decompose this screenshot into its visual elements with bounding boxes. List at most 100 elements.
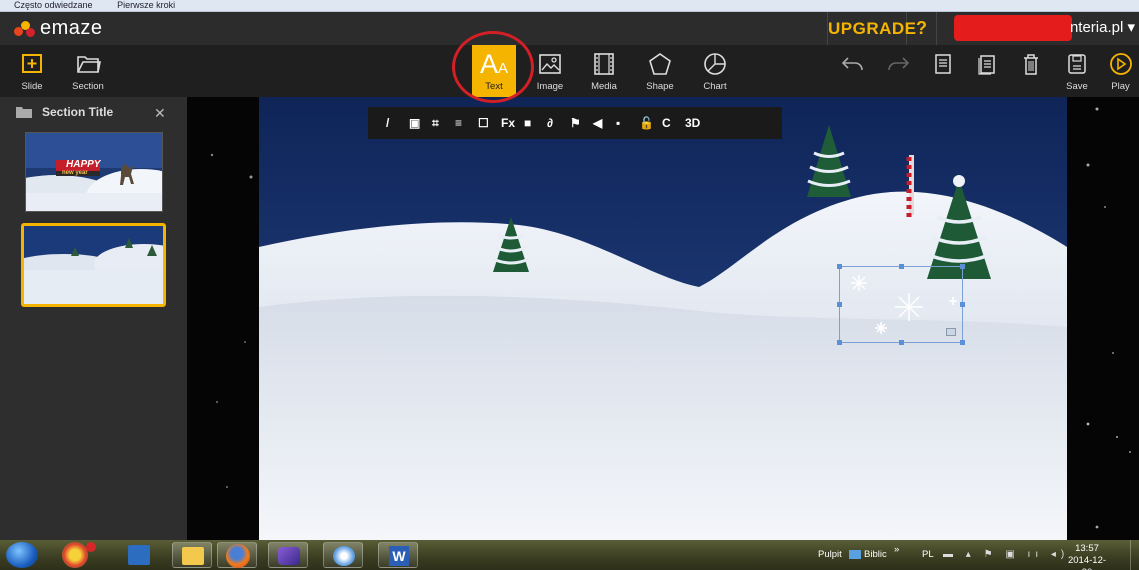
resize-handle[interactable] (960, 340, 965, 345)
section-header[interactable]: Section Title (16, 105, 113, 119)
paint-icon[interactable] (323, 542, 363, 568)
section-label: Section (72, 81, 104, 92)
crop-icon[interactable]: ⌗ (432, 116, 455, 131)
notification-badge (86, 542, 96, 552)
copy-icon (974, 52, 1000, 76)
pulpit-toolbar[interactable]: Pulpit (818, 540, 842, 570)
document-icon (930, 52, 956, 76)
chrome-icon[interactable] (62, 542, 88, 568)
text-icon: AA (479, 49, 509, 79)
chart-label: Chart (703, 81, 727, 92)
undo-button[interactable] (831, 45, 875, 97)
layer-icon[interactable]: ▪ (616, 116, 639, 130)
language-indicator[interactable]: PL (922, 540, 934, 570)
winter-slide-preview (24, 226, 163, 304)
word-icon[interactable]: W (378, 542, 418, 568)
film-icon (591, 52, 617, 76)
media-tool-button[interactable]: Media (582, 45, 626, 97)
text-label: Text (485, 81, 503, 92)
3d-button[interactable]: 3D (685, 116, 708, 130)
explorer-icon[interactable] (172, 542, 212, 568)
slide-thumbnail-2-selected[interactable] (21, 223, 166, 307)
trash-icon (1018, 52, 1044, 76)
image-replace-icon[interactable]: ▣ (409, 116, 432, 130)
resize-handle[interactable] (837, 340, 842, 345)
main-toolbar: Slide Section AA Text Image Media Shape … (0, 45, 1139, 97)
rotate-icon[interactable]: C (662, 116, 685, 130)
add-section-button[interactable]: Section (66, 45, 110, 97)
windows-taskbar: W Pulpit Biblic » PL ▬ ▴ ⚑ ▣ ıı ◂) 13:57… (0, 540, 1139, 570)
emaze-logo[interactable]: emaze (14, 17, 103, 40)
image-icon (537, 52, 563, 76)
folder-icon (75, 52, 101, 76)
add-slide-icon (19, 52, 45, 76)
library-label: Biblic (864, 549, 887, 560)
emaze-logo-icon (14, 19, 36, 39)
library-folder-icon (849, 549, 861, 559)
show-desktop-button[interactable] (1130, 540, 1139, 570)
shape-tool-button[interactable]: Shape (638, 45, 682, 97)
sound-icon[interactable]: ◀ (593, 116, 616, 130)
thumb-happy-text: HAPPY (66, 159, 101, 170)
opacity-icon[interactable]: ■ (524, 116, 547, 130)
pentagon-icon (647, 52, 673, 76)
image-tool-button[interactable]: Image (528, 45, 572, 97)
play-button[interactable]: Play (1102, 45, 1139, 97)
resize-handle[interactable] (837, 302, 842, 307)
pulpit-label: Pulpit (818, 549, 842, 560)
new-year-slide-preview (26, 133, 162, 211)
clock-time: 13:57 (1075, 543, 1099, 554)
pen-tool-icon[interactable]: / (386, 116, 409, 130)
link-icon[interactable]: ∂ (547, 116, 570, 130)
media-player-icon[interactable] (128, 545, 150, 565)
start-button-icon[interactable] (6, 542, 38, 568)
bookmark-item[interactable]: Często odwiedzane (14, 1, 93, 10)
bookmarks-bar: Często odwiedzane Pierwsze kroki (0, 0, 1139, 12)
account-name: nteria.pl ▾ (1069, 19, 1135, 36)
shape-label: Shape (646, 81, 674, 92)
section-folder-icon (16, 106, 32, 118)
image-badge-icon (946, 328, 956, 336)
more-chevron[interactable]: » (894, 535, 899, 565)
notes-button[interactable] (921, 45, 965, 97)
account-menu[interactable]: nteria.pl ▾ (948, 15, 1139, 41)
chart-tool-button[interactable]: Chart (693, 45, 737, 97)
bookmark-item[interactable]: Pierwsze kroki (117, 1, 175, 10)
resize-handle[interactable] (960, 302, 965, 307)
upgrade-button[interactable]: UPGRADE (827, 12, 916, 45)
redo-button[interactable] (876, 45, 920, 97)
app-header: emaze UPGRADE ? nteria.pl ▾ (0, 12, 1139, 45)
add-slide-button[interactable]: Slide (10, 45, 54, 97)
clock-date: 2014-12-30 (1067, 555, 1107, 570)
text-tool-button[interactable]: AA Text (472, 45, 516, 97)
align-icon[interactable]: ≡ (455, 116, 478, 130)
effects-icon[interactable]: Fx (501, 116, 524, 130)
delete-button[interactable] (1009, 45, 1053, 97)
close-section-icon[interactable]: ✕ (154, 105, 166, 122)
selected-element-bounds[interactable] (837, 264, 965, 345)
pie-chart-icon (702, 52, 728, 76)
border-icon[interactable]: ☐ (478, 116, 501, 130)
resize-handle[interactable] (899, 340, 904, 345)
resize-handle[interactable] (960, 264, 965, 269)
help-button[interactable]: ? (907, 12, 937, 45)
resize-handle[interactable] (837, 264, 842, 269)
lock-icon[interactable]: 🔓 (639, 116, 662, 130)
flag-icon[interactable]: ⚑ (570, 116, 593, 130)
duplicate-button[interactable] (965, 45, 1009, 97)
system-clock[interactable]: 13:57 2014-12-30 (1066, 543, 1108, 570)
slide-thumbnail-1[interactable]: HAPPY new year (25, 132, 163, 212)
undo-icon (840, 52, 866, 76)
slides-panel: Section Title ✕ HAPPY new year (0, 97, 187, 540)
library-toolbar[interactable]: Biblic (849, 540, 887, 570)
resize-handle[interactable] (899, 264, 904, 269)
slide-label: Slide (21, 81, 43, 92)
save-icon (1064, 52, 1090, 76)
save-label: Save (1066, 81, 1088, 92)
system-tray-icons[interactable]: ▬ ▴ ⚑ ▣ ıı ◂) (943, 540, 1069, 570)
app-icon[interactable] (268, 542, 308, 568)
save-button[interactable]: Save (1055, 45, 1099, 97)
firefox-icon[interactable] (217, 542, 257, 568)
editor-stage: / ▣ ⌗ ≡ ☐ Fx ■ ∂ ⚑ ◀ ▪ 🔓 C 3D (187, 97, 1139, 540)
play-label: Play (1111, 81, 1130, 92)
